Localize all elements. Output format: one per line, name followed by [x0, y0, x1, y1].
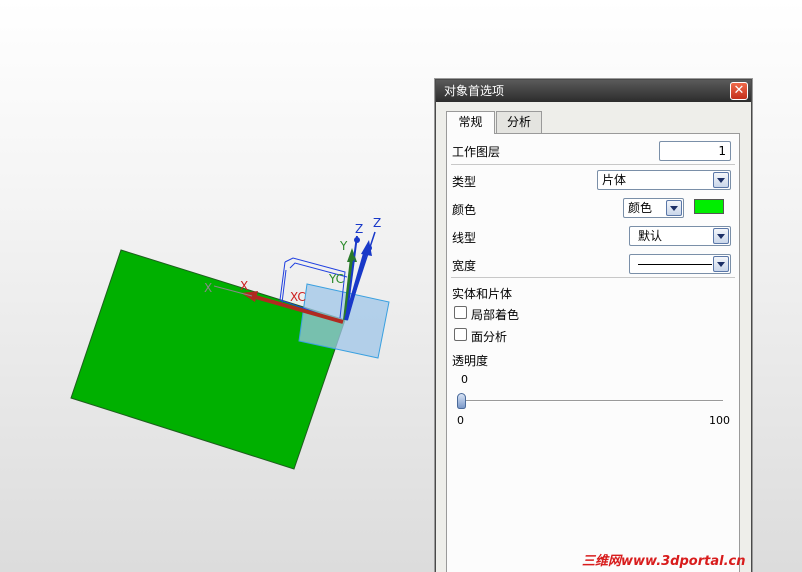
- line-type-label: 线型: [452, 231, 477, 245]
- face-analysis-label: 面分析: [471, 330, 508, 344]
- color-label: 颜色: [452, 203, 477, 217]
- face-analysis-checkbox[interactable]: [454, 328, 467, 341]
- xc-label: XC: [290, 290, 306, 304]
- x-label-thin: X: [204, 281, 212, 295]
- line-width-sample: [638, 264, 712, 265]
- transparency-slider-thumb[interactable]: [457, 393, 466, 409]
- work-layer-label: 工作图层: [452, 145, 501, 159]
- chevron-down-icon[interactable]: [713, 172, 729, 188]
- watermark: 三维网www.3dportal.cn: [582, 554, 746, 569]
- dialog-titlebar[interactable]: 对象首选项 ✕: [436, 80, 751, 102]
- line-type-value: 默认: [638, 229, 663, 243]
- type-label: 类型: [452, 175, 477, 189]
- y-label: Y: [339, 239, 348, 253]
- chevron-down-icon[interactable]: [713, 228, 729, 244]
- work-layer-input[interactable]: 1: [659, 141, 731, 161]
- local-shading-checkbox[interactable]: [454, 306, 467, 319]
- transparency-current: 0: [461, 373, 468, 386]
- object-preferences-dialog: 对象首选项 ✕ 常规 分析 工作图层 1 类型 片体 颜色 颜色 线型 默认 宽…: [435, 79, 752, 572]
- separator: [451, 164, 735, 165]
- general-panel: 工作图层 1 类型 片体 颜色 颜色 线型 默认 宽度 实体和片体 局部着色 面…: [446, 133, 740, 572]
- color-swatch[interactable]: [694, 199, 724, 214]
- close-button[interactable]: ✕: [730, 82, 748, 100]
- tab-analysis[interactable]: 分析: [496, 111, 542, 133]
- transparency-slider-track[interactable]: [461, 400, 723, 402]
- width-select[interactable]: [629, 254, 731, 274]
- tab-general[interactable]: 常规: [446, 111, 495, 134]
- axis-knob-1: [354, 237, 360, 243]
- close-icon: ✕: [733, 83, 745, 98]
- z-label: Z: [373, 216, 381, 230]
- transparency-max: 100: [709, 414, 730, 427]
- line-type-select[interactable]: 默认: [629, 226, 731, 246]
- width-label: 宽度: [452, 259, 477, 273]
- dialog-title: 对象首选项: [444, 84, 505, 98]
- axis-knob-2: [349, 255, 355, 261]
- x-label: X: [240, 279, 248, 293]
- axis-knob-3: [366, 245, 372, 251]
- color-select[interactable]: 颜色: [623, 198, 684, 218]
- type-value: 片体: [602, 173, 627, 187]
- solid-sheet-heading: 实体和片体: [452, 287, 513, 301]
- separator: [451, 277, 735, 278]
- type-select[interactable]: 片体: [597, 170, 731, 190]
- yc-label: YC: [328, 272, 344, 286]
- transparency-label: 透明度: [452, 354, 489, 368]
- chevron-down-icon[interactable]: [713, 256, 729, 272]
- zc-label: Z: [355, 222, 363, 236]
- color-value: 颜色: [628, 201, 653, 215]
- transparency-min: 0: [457, 414, 464, 427]
- local-shading-label: 局部着色: [471, 308, 520, 322]
- chevron-down-icon[interactable]: [666, 200, 682, 216]
